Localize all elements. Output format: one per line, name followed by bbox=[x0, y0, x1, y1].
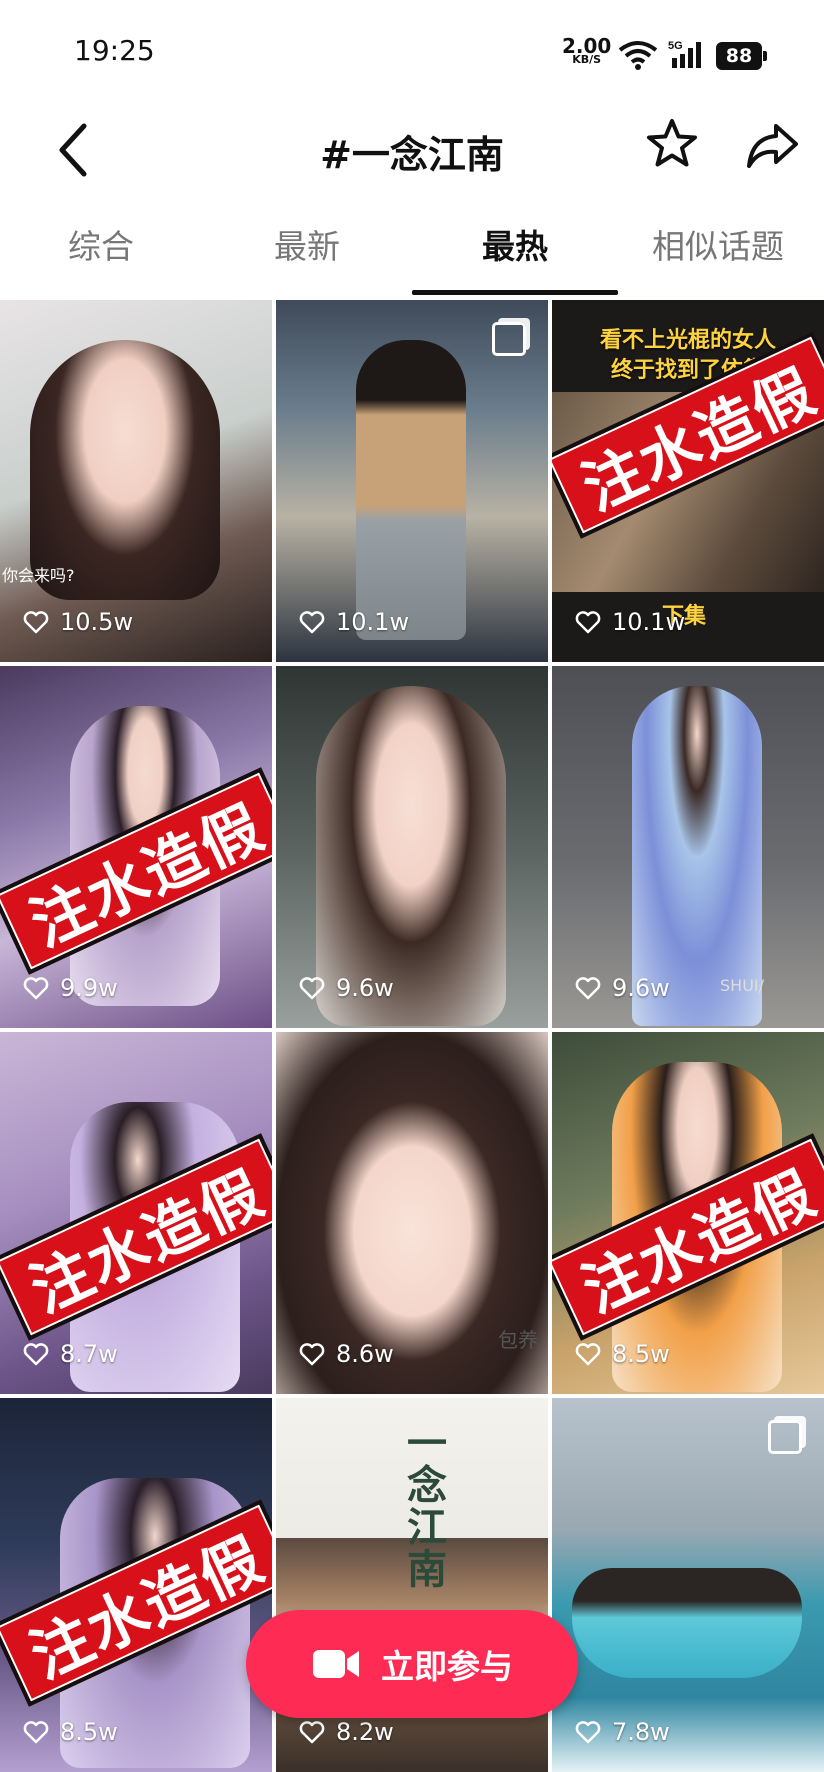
like-count: 9.9w bbox=[22, 974, 118, 1002]
share-icon[interactable] bbox=[744, 118, 800, 174]
like-count-value: 8.7w bbox=[60, 1340, 118, 1368]
heart-icon bbox=[23, 1343, 49, 1366]
like-count: 9.6w bbox=[298, 974, 394, 1002]
like-count: 8.6w bbox=[298, 1340, 394, 1368]
tab-latest[interactable]: 最新 bbox=[274, 220, 340, 268]
multi-image-icon bbox=[492, 322, 526, 356]
heart-icon bbox=[575, 1343, 601, 1366]
network-type: 5G bbox=[668, 40, 683, 52]
like-count: 10.5w bbox=[22, 608, 133, 636]
multi-image-icon bbox=[768, 1420, 802, 1454]
like-count: 10.1w bbox=[574, 608, 685, 636]
video-card[interactable]: 注水造假 8.7w bbox=[0, 1032, 272, 1394]
heart-icon bbox=[23, 1721, 49, 1744]
like-count-value: 7.8w bbox=[612, 1718, 670, 1746]
wifi-icon bbox=[618, 41, 658, 70]
like-count: 7.8w bbox=[574, 1718, 670, 1746]
heart-icon bbox=[299, 1343, 325, 1366]
join-button-label: 立即参与 bbox=[381, 1647, 513, 1686]
like-count-value: 8.5w bbox=[612, 1340, 670, 1368]
like-count-value: 9.6w bbox=[336, 974, 394, 1002]
video-grid: 你会来吗? 10.5w 10.1w 看不上光棍的女人 终于找到了依靠 下集 注水… bbox=[0, 300, 824, 1772]
like-count: 10.1w bbox=[298, 608, 409, 636]
network-speed: 2.00 KB/S bbox=[562, 36, 611, 66]
battery-indicator: 88 bbox=[716, 42, 767, 70]
heart-icon bbox=[23, 611, 49, 634]
video-thumbnail bbox=[30, 340, 220, 600]
like-count-value: 8.6w bbox=[336, 1340, 394, 1368]
video-card[interactable]: 包养 8.6w bbox=[276, 1032, 548, 1394]
heart-icon bbox=[575, 977, 601, 1000]
video-card[interactable]: 注水造假 9.9w bbox=[0, 666, 272, 1028]
like-count-value: 10.1w bbox=[336, 608, 410, 636]
heart-icon bbox=[575, 1721, 601, 1744]
video-card[interactable]: 9.6w bbox=[276, 666, 548, 1028]
join-button[interactable]: 立即参与 bbox=[246, 1610, 578, 1718]
like-count-value: 10.1w bbox=[612, 608, 686, 636]
like-count: 9.6w bbox=[574, 974, 670, 1002]
video-thumbnail bbox=[356, 340, 466, 640]
video-card[interactable]: 你会来吗? 10.5w bbox=[0, 300, 272, 662]
like-count-value: 8.2w bbox=[336, 1718, 394, 1746]
video-card[interactable]: SHUI/ 9.6w bbox=[552, 666, 824, 1028]
tab-hottest[interactable]: 最热 bbox=[482, 220, 548, 268]
video-card[interactable]: 注水造假 8.5w bbox=[0, 1398, 272, 1772]
video-caption: 你会来吗? bbox=[2, 566, 75, 585]
status-time: 19:25 bbox=[74, 34, 155, 67]
like-count: 8.7w bbox=[22, 1340, 118, 1368]
video-card[interactable]: 注水造假 8.5w bbox=[552, 1032, 824, 1394]
like-count-value: 8.5w bbox=[60, 1718, 118, 1746]
like-count: 8.5w bbox=[574, 1340, 670, 1368]
heart-icon bbox=[299, 977, 325, 1000]
tab-comprehensive[interactable]: 综合 bbox=[68, 220, 134, 268]
like-count: 8.5w bbox=[22, 1718, 118, 1746]
like-count: 8.2w bbox=[298, 1718, 394, 1746]
video-card[interactable]: 10.1w bbox=[276, 300, 548, 662]
heart-icon bbox=[299, 1721, 325, 1744]
like-count-value: 9.9w bbox=[60, 974, 118, 1002]
top-nav: #一念江南 bbox=[0, 100, 824, 200]
heart-icon bbox=[23, 977, 49, 1000]
video-watermark: SHUI/ bbox=[720, 976, 765, 995]
like-count-value: 9.6w bbox=[612, 974, 670, 1002]
video-card[interactable]: 看不上光棍的女人 终于找到了依靠 下集 注水造假 10.1w bbox=[552, 300, 824, 662]
page-title: #一念江南 bbox=[320, 133, 504, 177]
video-thumbnail bbox=[572, 1568, 802, 1678]
signal-icon: 5G bbox=[668, 40, 701, 68]
heart-icon bbox=[299, 611, 325, 634]
tab-similar-topics[interactable]: 相似话题 bbox=[652, 220, 784, 268]
tab-bar: 综合 最新 最热 相似话题 bbox=[0, 206, 824, 295]
video-camera-icon bbox=[313, 1650, 359, 1678]
status-bar: 19:25 2.00 KB/S 5G 88 bbox=[0, 0, 824, 100]
like-count-value: 10.5w bbox=[60, 608, 134, 636]
heart-icon bbox=[575, 611, 601, 634]
video-watermark: 包养 bbox=[498, 1328, 538, 1352]
star-icon[interactable] bbox=[644, 116, 700, 172]
active-tab-indicator bbox=[412, 290, 618, 295]
video-card[interactable]: 7.8w bbox=[552, 1398, 824, 1772]
calligraphy-title: 一念江南 bbox=[400, 1422, 447, 1590]
